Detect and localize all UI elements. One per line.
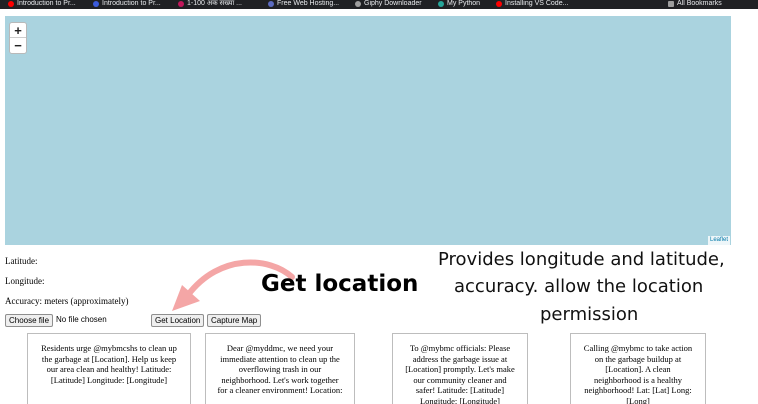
zoom-in-button[interactable]: + <box>10 23 26 38</box>
latitude-label: Latitude: <box>5 256 38 266</box>
bookmark-label: My Python <box>447 0 481 7</box>
bookmark-item[interactable]: My Python <box>438 0 480 9</box>
annotation-title: Get location <box>261 271 419 297</box>
post-card: Residents urge @mybmcshs to clean up the… <box>27 333 191 404</box>
giphy-icon <box>355 0 361 7</box>
annotation-line-1: Provides longitude and latitude, <box>438 249 725 270</box>
bookmark-label: 1-100 अंक संख्या ... <box>187 0 242 7</box>
zoom-out-button[interactable]: − <box>10 38 26 53</box>
zoom-control: + − <box>9 22 27 54</box>
post-card-text: Residents urge @mybmcshs to clean up the… <box>41 343 177 385</box>
choose-file-button[interactable]: Choose file <box>5 314 54 327</box>
bookmark-item[interactable]: Free Web Hosting... <box>268 0 339 9</box>
folder-icon <box>668 0 674 7</box>
bookmark-label: Introduction to Pr... <box>17 0 76 7</box>
youtube-icon <box>496 0 502 7</box>
all-bookmarks[interactable]: All Bookmarks <box>668 0 722 9</box>
longitude-label: Longitude: <box>5 276 45 286</box>
post-card-text: Calling @mybmc to take action on the gar… <box>583 343 693 404</box>
map-canvas[interactable] <box>5 16 731 245</box>
bookmark-label: Installing VS Code... <box>505 0 569 7</box>
bookmark-item[interactable]: Introduction to Pr... <box>8 0 76 9</box>
youtube-icon <box>8 0 14 7</box>
map-attribution[interactable]: Leaflet <box>707 236 730 245</box>
site-icon <box>178 0 184 7</box>
bookmark-item[interactable]: 1-100 अंक संख्या ... <box>178 0 242 9</box>
site-icon <box>93 0 99 7</box>
bookmark-label: Free Web Hosting... <box>277 0 340 7</box>
bookmarks-bar: Introduction to Pr... Introduction to Pr… <box>0 0 758 9</box>
post-card-text: To @mybmc officials: Please address the … <box>405 343 515 404</box>
get-location-button[interactable]: Get Location <box>151 314 205 327</box>
bookmark-item[interactable]: Introduction to Pr... <box>93 0 161 9</box>
post-card: Dear @myddmc, we need your immediate att… <box>205 333 355 404</box>
post-card: To @mybmc officials: Please address the … <box>392 333 528 404</box>
bookmark-label: Giphy Downloader <box>364 0 422 7</box>
bookmark-item[interactable]: Giphy Downloader <box>355 0 422 9</box>
bookmark-label: Introduction to Pr... <box>102 0 161 7</box>
post-card-text: Dear @myddmc, we need your immediate att… <box>217 343 343 395</box>
bookmark-item[interactable]: Installing VS Code... <box>496 0 568 9</box>
accuracy-label: Accuracy: meters (approximately) <box>5 296 129 306</box>
file-status-text: No file chosen <box>56 315 107 324</box>
site-icon <box>268 0 274 7</box>
capture-map-button[interactable]: Capture Map <box>207 314 262 327</box>
bookmark-label: All Bookmarks <box>677 0 722 7</box>
annotation-line-2: accuracy. allow the location <box>454 276 704 297</box>
annotation-line-3: permission <box>540 304 639 325</box>
post-card: Calling @mybmc to take action on the gar… <box>570 333 706 404</box>
python-icon <box>438 0 444 7</box>
